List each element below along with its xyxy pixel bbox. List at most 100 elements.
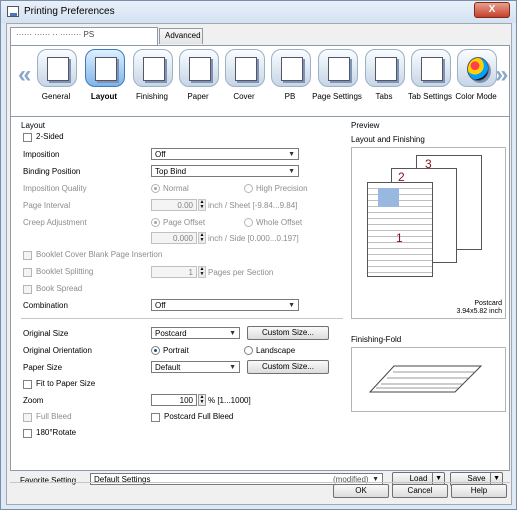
general-icon — [37, 49, 77, 87]
ribbon-color-mode[interactable]: Color Mode — [452, 46, 500, 114]
close-button[interactable]: X — [474, 2, 510, 18]
page-interval-input[interactable]: 0.00 — [151, 199, 197, 211]
creep-value-input[interactable]: 0.000 — [151, 232, 197, 244]
paper-custom-size-button[interactable]: Custom Size... — [247, 360, 329, 374]
creep-page-offset-label: Page Offset — [163, 218, 206, 227]
layout-panel: Layout 2-Sided Imposition Off Binding Po… — [10, 116, 510, 471]
paper-icon — [179, 49, 219, 87]
booklet-splitting-checkbox[interactable] — [23, 268, 32, 277]
quality-high-radio[interactable] — [244, 184, 253, 193]
layout-icon — [85, 49, 125, 87]
ok-button[interactable]: OK — [333, 484, 389, 498]
preview-page-1: 1 — [367, 182, 433, 277]
zoom-unit: % [1...1000] — [208, 396, 251, 405]
finishing-fold-preview — [351, 347, 506, 412]
finishing-icon — [133, 49, 173, 87]
two-sided-label: 2-Sided — [36, 132, 64, 141]
scroll-left-icon[interactable]: « — [18, 61, 31, 89]
zoom-input[interactable]: 100 — [151, 394, 197, 406]
flower-image-icon — [378, 188, 399, 207]
creep-whole-offset-label: Whole Offset — [256, 218, 303, 227]
dialog-body: ······ ······ ·· ········ PS Advanced « … — [6, 23, 512, 505]
postcard-full-bleed-checkbox[interactable] — [151, 413, 160, 422]
tab-advanced[interactable]: Advanced — [159, 28, 203, 44]
combination-label: Combination — [23, 301, 68, 310]
booklet-cover-checkbox[interactable] — [23, 251, 32, 260]
paper-size-select[interactable]: Default — [151, 361, 240, 373]
help-button[interactable]: Help — [451, 484, 507, 498]
favorite-setting-label: Favorite Setting — [20, 476, 77, 485]
book-spread-checkbox[interactable] — [23, 285, 32, 294]
landscape-label: Landscape — [256, 346, 296, 355]
binding-position-select[interactable]: Top Bind — [151, 165, 299, 177]
zoom-label: Zoom — [23, 396, 44, 405]
imposition-label: Imposition — [23, 150, 60, 159]
ribbon-page-settings[interactable]: Page Settings — [312, 46, 362, 114]
full-bleed-checkbox[interactable] — [23, 413, 32, 422]
cancel-button[interactable]: Cancel — [392, 484, 448, 498]
postcard-full-bleed-label: Postcard Full Bleed — [164, 412, 234, 421]
window-title: Printing Preferences — [24, 6, 115, 17]
ribbon-general[interactable]: General — [32, 46, 80, 114]
pb-icon — [271, 49, 311, 87]
zoom-spinner-icon[interactable]: ▲ ▼ — [198, 394, 206, 406]
combination-select[interactable]: Off — [151, 299, 299, 311]
imposition-select[interactable]: Off — [151, 148, 299, 160]
two-sided-checkbox[interactable] — [23, 133, 32, 142]
color-mode-icon — [457, 49, 497, 87]
layout-preview-frame: 3 2 1 Postcard 3.94x5.82 inch — [351, 147, 506, 319]
original-size-select[interactable]: Postcard — [151, 327, 240, 339]
book-spread-label: Book Spread — [36, 284, 83, 293]
original-size-label: Original Size — [23, 329, 69, 338]
ribbon-cover[interactable]: Cover — [220, 46, 268, 114]
tab-label-printer: ······ ······ ·· ········ PS — [16, 30, 95, 39]
ribbon-pb[interactable]: PB — [266, 46, 314, 114]
ribbon-tab-settings[interactable]: Tab Settings — [406, 46, 454, 114]
creep-page-offset-radio[interactable] — [151, 218, 160, 227]
ribbon-label-color-mode: Color Mode — [455, 92, 497, 101]
ribbon-finishing[interactable]: Finishing — [128, 46, 176, 114]
original-orientation-label: Original Orientation — [23, 346, 92, 355]
creep-whole-offset-radio[interactable] — [244, 218, 253, 227]
fold-preview-icon — [368, 365, 483, 393]
finishing-fold-title: Finishing-Fold — [351, 335, 402, 344]
landscape-radio[interactable] — [244, 346, 253, 355]
tab-label-advanced: Advanced — [165, 31, 201, 40]
portrait-label: Portrait — [163, 346, 189, 355]
page-interval-unit: inch / Sheet [-9.84...9.84] — [208, 201, 298, 210]
original-custom-size-button[interactable]: Custom Size... — [247, 326, 329, 340]
full-bleed-label: Full Bleed — [36, 412, 72, 421]
tabs-icon — [365, 49, 405, 87]
booklet-cover-label: Booklet Cover Blank Page Insertion — [36, 250, 163, 259]
preview-layout-finishing-title: Layout and Finishing — [351, 135, 425, 144]
booklet-split-input[interactable]: 1 — [151, 266, 197, 278]
cover-icon — [225, 49, 265, 87]
rotate-180-label: 180°Rotate — [36, 428, 77, 437]
quality-normal-label: Normal — [163, 184, 189, 193]
ribbon-paper[interactable]: Paper — [174, 46, 222, 114]
creep-spinner-icon[interactable]: ▲ ▼ — [198, 232, 206, 244]
preview-paper-dimensions: 3.94x5.82 inch — [456, 308, 502, 315]
quality-normal-radio[interactable] — [151, 184, 160, 193]
page-interval-spinner-icon[interactable]: ▲ ▼ — [198, 199, 206, 211]
paper-size-label: Paper Size — [23, 363, 63, 372]
booklet-split-unit: Pages per Section — [208, 268, 274, 277]
page-interval-label: Page Interval — [23, 201, 71, 210]
printing-preferences-window: Printing Preferences X ······ ······ ·· … — [0, 0, 517, 510]
rotate-180-checkbox[interactable] — [23, 429, 32, 438]
page-number-1: 1 — [396, 231, 403, 245]
fit-to-paper-label: Fit to Paper Size — [36, 379, 96, 388]
ribbon-tabs[interactable]: Tabs — [360, 46, 408, 114]
booklet-splitting-label: Booklet Splitting — [36, 267, 94, 276]
preview-paper-name: Postcard — [474, 300, 502, 307]
ribbon-layout[interactable]: Layout — [80, 46, 128, 114]
portrait-radio[interactable] — [151, 346, 160, 355]
layout-divider — [21, 318, 343, 319]
page-settings-icon — [318, 49, 358, 87]
fit-to-paper-checkbox[interactable] — [23, 380, 32, 389]
booklet-split-spinner-icon[interactable]: ▲ ▼ — [198, 266, 206, 278]
quality-high-label: High Precision — [256, 184, 308, 193]
creep-adjustment-label: Creep Adjustment — [23, 218, 87, 227]
tab-printer-ps[interactable]: ······ ······ ·· ········ PS — [10, 27, 158, 45]
layout-section-title: Layout — [21, 121, 46, 130]
